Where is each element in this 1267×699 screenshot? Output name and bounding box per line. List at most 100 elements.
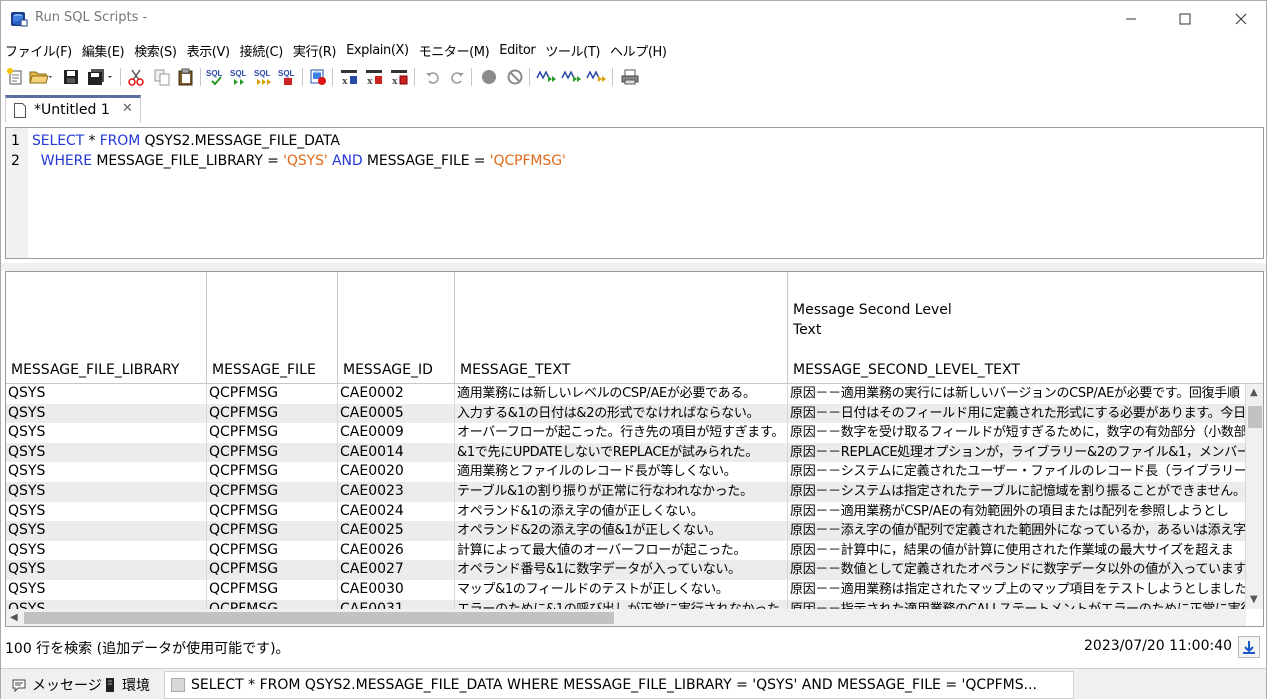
table-cell[interactable]: QCPFMSG: [207, 462, 338, 482]
scroll-up-icon[interactable]: ▲: [1250, 387, 1258, 398]
table-cell[interactable]: 適用業務とファイルのレコード長が等しくない。: [455, 462, 788, 482]
redo-button[interactable]: [446, 66, 468, 88]
horizontal-scroll-thumb[interactable]: [24, 612, 614, 624]
table-cell[interactable]: 原因－－数字を受け取るフィールドが短すぎるために，数字の有効部分（小数部: [788, 423, 1246, 443]
paste-button[interactable]: [175, 66, 197, 88]
table-cell[interactable]: 原因－－システムに定義されたユーザー・ファイルのレコード長（ライブラリー&3メン: [788, 462, 1246, 482]
menu-explain[interactable]: Explain(X): [346, 43, 409, 58]
sql-run-button[interactable]: SQL: [229, 66, 251, 88]
tab-environment[interactable]: 環境: [103, 675, 150, 695]
column-header[interactable]: MESSAGE_ID: [338, 272, 455, 384]
explain-stop-button[interactable]: x: [388, 66, 410, 88]
table-row[interactable]: QSYS QCPFMSG CAE0005 入力する&1の日付は&2の形式でなければなら…: [6, 403, 1246, 424]
table-cell[interactable]: QCPFMSG: [207, 384, 338, 404]
open-button[interactable]: [28, 66, 54, 88]
menu-monitor[interactable]: モニター(M): [419, 41, 490, 60]
table-cell[interactable]: CAE0024: [338, 501, 455, 522]
table-row[interactable]: QSYS QCPFMSG CAE0014 &1で先にUPDATEしないでREPLACE…: [6, 442, 1246, 463]
table-cell[interactable]: CAE0009: [338, 423, 455, 443]
close-button[interactable]: [1218, 1, 1264, 37]
sql-stop-button[interactable]: SQL: [277, 66, 299, 88]
horizontal-scrollbar[interactable]: ◀: [6, 609, 1246, 626]
table-row[interactable]: QSYS QCPFMSG CAE0023 テーブル&1の割り振りが正常に行なわれなかっ…: [6, 482, 1246, 502]
cancel-button[interactable]: [504, 66, 526, 88]
table-cell[interactable]: 原因－－適用業務の実行には新しいバージョンのCSP/AEが必要です。回復手順: [788, 384, 1246, 404]
table-cell[interactable]: オペランド番号&1に数字データが入っていない。: [455, 560, 788, 580]
table-cell[interactable]: 原因－－数値として定義されたオペランドに数字データ以外の値が入っています。追: [788, 560, 1246, 580]
minimize-button[interactable]: [1108, 1, 1154, 37]
menu-search[interactable]: 検索(S): [134, 41, 177, 60]
download-button[interactable]: [1238, 636, 1260, 658]
table-cell[interactable]: QCPFMSG: [207, 580, 338, 600]
maximize-button[interactable]: [1162, 1, 1208, 37]
vertical-scroll-thumb[interactable]: [1248, 406, 1262, 428]
menu-run[interactable]: 実行(R): [293, 41, 337, 60]
record-stop-button[interactable]: [478, 66, 500, 88]
table-cell[interactable]: QCPFMSG: [207, 521, 338, 541]
table-row[interactable]: QSYS QCPFMSG CAE0030 マップ&1のフィールドのテストが正しくない。…: [6, 580, 1246, 600]
table-cell[interactable]: 原因－－適用業務がCSP/AEの有効範囲外の項目または配列を参照しようとし: [788, 501, 1246, 522]
run-from-cursor-button[interactable]: [536, 66, 558, 88]
table-cell[interactable]: CAE0020: [338, 462, 455, 482]
table-cell[interactable]: QSYS: [6, 482, 207, 502]
table-cell[interactable]: 原因－－添え字の値が配列で定義された範囲外になっているか，あるいは添え字: [788, 521, 1246, 541]
table-cell[interactable]: CAE0025: [338, 521, 455, 541]
save-button[interactable]: [60, 66, 82, 88]
table-cell[interactable]: CAE0026: [338, 540, 455, 561]
connection-button[interactable]: [307, 66, 329, 88]
menu-file[interactable]: ファイル(F): [5, 41, 72, 60]
table-cell[interactable]: テーブル&1の割り振りが正常に行なわれなかった。: [455, 482, 788, 502]
table-cell[interactable]: 計算によって最大値のオーバーフローが起こった。: [455, 540, 788, 561]
column-header[interactable]: Message Second Level Text MESSAGE_SECOND_…: [788, 272, 1263, 384]
tab-messages[interactable]: メッセージ: [11, 675, 102, 695]
explain-button[interactable]: x: [338, 66, 360, 88]
undo-button[interactable]: [422, 66, 444, 88]
table-cell[interactable]: QSYS: [6, 540, 207, 561]
table-row[interactable]: QSYS QCPFMSG CAE0020 適用業務とファイルのレコード長が等しくない。…: [6, 462, 1246, 482]
table-cell[interactable]: QCPFMSG: [207, 560, 338, 580]
table-cell[interactable]: CAE0023: [338, 482, 455, 502]
table-cell[interactable]: QSYS: [6, 560, 207, 580]
scroll-down-icon[interactable]: ▼: [1250, 594, 1258, 605]
table-row[interactable]: QSYS QCPFMSG CAE0025 オペランド&2の添え字の値&1が正しくない。…: [6, 521, 1246, 541]
save-all-button[interactable]: [85, 66, 115, 88]
table-cell[interactable]: QSYS: [6, 521, 207, 541]
table-cell[interactable]: 原因－－システムは指定されたテーブルに記憶域を割り振ることができません。現行: [788, 482, 1246, 502]
table-row[interactable]: QSYS QCPFMSG CAE0009 オーバーフローが起こった。行き先の項目が短す…: [6, 423, 1246, 443]
menu-editor[interactable]: Editor: [499, 43, 535, 58]
explain-visual-button[interactable]: x: [363, 66, 385, 88]
table-row[interactable]: QSYS QCPFMSG CAE0002 適用業務には新しいレベルのCSP/AEが必要…: [6, 384, 1246, 404]
table-cell[interactable]: 原因－－日付はそのフィールド用に定義された形式にする必要があります。今日の: [788, 403, 1246, 424]
table-cell[interactable]: QSYS: [6, 403, 207, 424]
print-button[interactable]: [619, 66, 641, 88]
table-cell[interactable]: QCPFMSG: [207, 482, 338, 502]
table-cell[interactable]: QCPFMSG: [207, 423, 338, 443]
table-cell[interactable]: CAE0005: [338, 403, 455, 424]
table-cell[interactable]: オペランド&1の添え字の値が正しくない。: [455, 501, 788, 522]
column-header[interactable]: MESSAGE_FILE_LIBRARY: [6, 272, 207, 384]
table-cell[interactable]: QCPFMSG: [207, 442, 338, 463]
menu-tools[interactable]: ツール(T): [545, 41, 600, 60]
table-cell[interactable]: QCPFMSG: [207, 501, 338, 522]
cut-button[interactable]: [125, 66, 147, 88]
table-cell[interactable]: QSYS: [6, 462, 207, 482]
table-cell[interactable]: 原因－－REPLACE処理オプションが，ライブラリー&2のファイル&1，メンバー…: [788, 442, 1246, 463]
menu-edit[interactable]: 編集(E): [82, 41, 125, 60]
pane-splitter[interactable]: [1, 263, 1266, 271]
table-row[interactable]: QSYS QCPFMSG CAE0024 オペランド&1の添え字の値が正しくない。 原因…: [6, 501, 1246, 522]
table-cell[interactable]: 適用業務には新しいレベルのCSP/AEが必要である。: [455, 384, 788, 404]
table-cell[interactable]: CAE0027: [338, 560, 455, 580]
table-cell[interactable]: CAE0014: [338, 442, 455, 463]
menu-help[interactable]: ヘルプ(H): [610, 41, 667, 60]
table-cell[interactable]: QSYS: [6, 384, 207, 404]
table-cell[interactable]: QSYS: [6, 501, 207, 522]
tab-untitled-1[interactable]: *Untitled 1 ✕: [5, 95, 141, 123]
table-cell[interactable]: QSYS: [6, 580, 207, 600]
table-cell[interactable]: オペランド&2の添え字の値&1が正しくない。: [455, 521, 788, 541]
copy-button[interactable]: [151, 66, 173, 88]
new-script-button[interactable]: [4, 66, 26, 88]
table-cell[interactable]: 入力する&1の日付は&2の形式でなければならない。: [455, 403, 788, 424]
table-cell[interactable]: QSYS: [6, 423, 207, 443]
table-cell[interactable]: オーバーフローが起こった。行き先の項目が短すぎます。: [455, 423, 788, 443]
vertical-scrollbar[interactable]: ▲ ▼: [1246, 384, 1263, 609]
